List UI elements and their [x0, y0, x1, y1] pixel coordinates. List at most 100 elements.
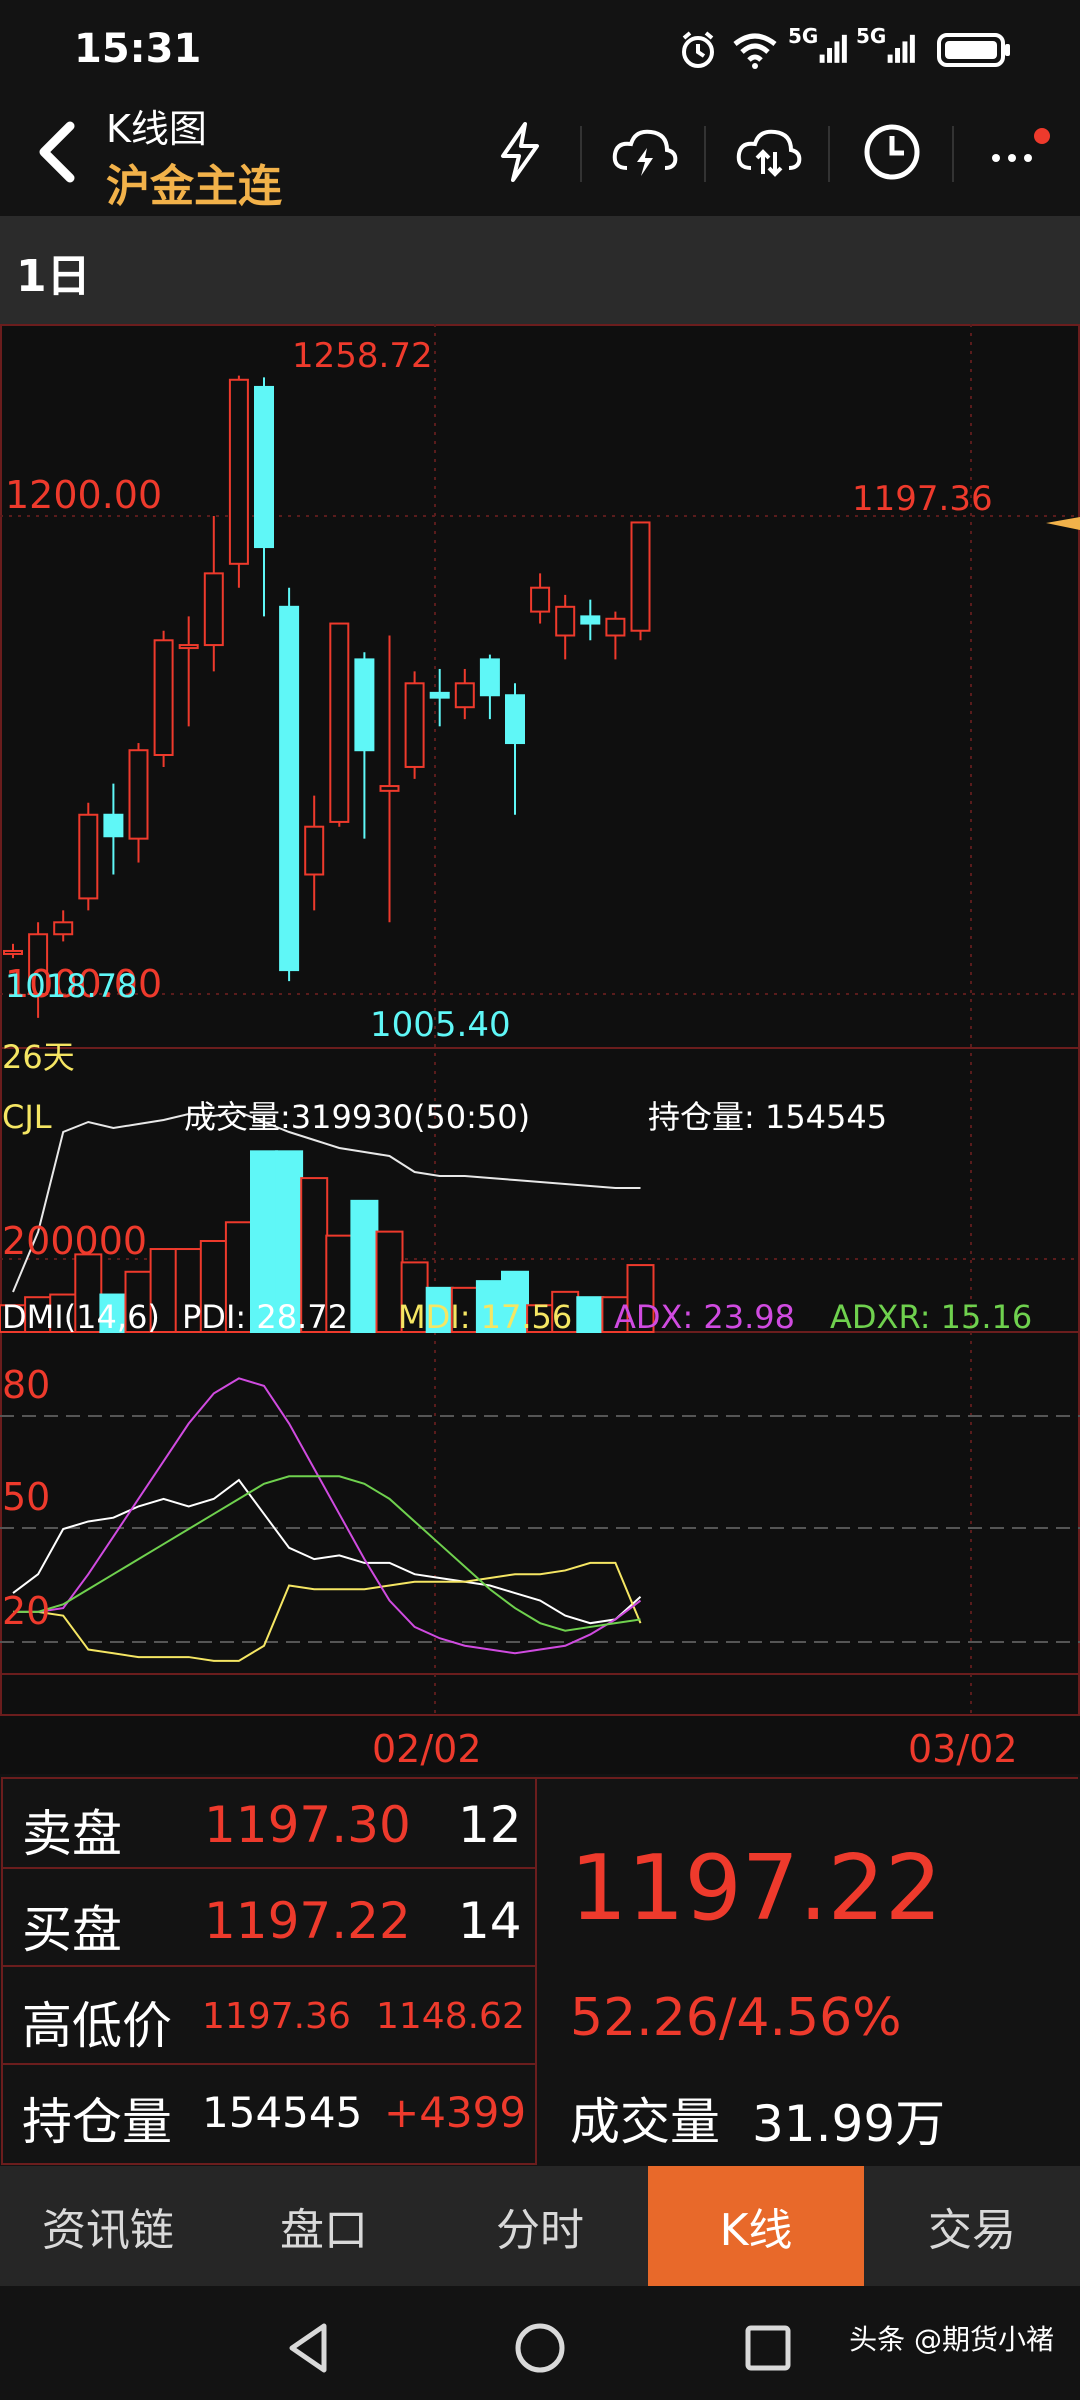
buy-price[interactable]: 1197.22: [204, 1892, 411, 1950]
sell-label: 卖盘: [22, 1805, 122, 1863]
candle-body: [78, 813, 99, 900]
history-button[interactable]: [842, 112, 942, 192]
date-label-1: 02/02: [372, 1727, 482, 1771]
nav-home-button[interactable]: [508, 2316, 572, 2380]
candle: [630, 521, 651, 641]
nav-back-button[interactable]: [278, 2316, 342, 2380]
candle: [153, 630, 174, 767]
candle-body: [479, 658, 500, 697]
candle-body: [203, 572, 224, 647]
square-recents-icon: [745, 2325, 791, 2371]
dmi-level-label-80: 80: [2, 1363, 50, 1407]
candle-body: [555, 605, 576, 637]
bottom-tab-bar: 资讯链 盘口 分时 K线 交易: [0, 2166, 1080, 2286]
header-divider: [828, 126, 830, 182]
candle-body: [505, 694, 525, 745]
volume-readout: 成交量:319930(50:50): [184, 1098, 530, 1136]
dmi-pdi: PDI: 28.72: [182, 1298, 348, 1336]
notification-dot: [1034, 128, 1050, 144]
nav-recents-button[interactable]: [736, 2316, 800, 2380]
kline-chart[interactable]: 1200.00 1000.00 1018.78 1258.72 1005.40 …: [0, 324, 1080, 1774]
candle-body: [128, 749, 149, 840]
candle-body: [580, 615, 601, 625]
dmi-level-label-50: 50: [2, 1475, 50, 1519]
flash-button[interactable]: [470, 112, 570, 192]
left-edge-price: 1018.78: [5, 967, 137, 1005]
signal-5g-icon: 5G: [788, 24, 848, 72]
open-interest-value: 154545: [202, 2088, 363, 2137]
candle-body: [153, 639, 174, 756]
candle-body: [279, 605, 300, 972]
back-arrow-icon: [39, 121, 75, 183]
high-price: 1197.36: [202, 1996, 351, 2037]
dmi-name: DMI(14,6): [2, 1298, 160, 1336]
dmi-mdi: MDI: 17.56: [398, 1298, 572, 1336]
sell-price[interactable]: 1197.30: [204, 1796, 411, 1854]
candle: [279, 587, 300, 982]
volume-bar: [350, 1199, 379, 1333]
candle: [404, 671, 425, 779]
candle-body: [605, 617, 626, 637]
candle: [329, 622, 350, 827]
candle-body: [254, 385, 274, 549]
dmi-adxr: ADXR: 15.16: [830, 1298, 1032, 1336]
volume-indicator-name: CJL: [2, 1098, 52, 1136]
status-time: 15:31: [74, 26, 202, 72]
price-change: 52.26/4.56%: [570, 1988, 902, 2048]
more-button[interactable]: [966, 112, 1066, 192]
cloud-sync-button[interactable]: [718, 112, 818, 192]
lightning-icon: [501, 122, 539, 182]
high-point-label: 1258.72: [292, 336, 433, 376]
cloud-flash-button[interactable]: [594, 112, 694, 192]
header-divider: [952, 126, 954, 182]
date-label-2: 03/02: [908, 1727, 1018, 1771]
low-price: 1148.62: [376, 1996, 525, 2037]
dmi-level-label-20: 20: [2, 1589, 50, 1633]
tab-news-chain[interactable]: 资讯链: [0, 2166, 216, 2286]
last-point-label: 1197.36: [852, 479, 993, 519]
wifi-icon: [730, 28, 780, 72]
header-divider: [704, 126, 706, 182]
tab-order-book[interactable]: 盘口: [216, 2166, 432, 2286]
watermark: 头条 @期货小褚: [849, 2323, 1054, 2356]
open-interest-change: +4399: [384, 2088, 527, 2137]
candle: [228, 375, 249, 588]
volume-level-label: 200000: [2, 1219, 147, 1263]
battery-icon: [934, 28, 1014, 72]
sell-volume: 12: [458, 1796, 522, 1854]
candle-body: [304, 825, 325, 876]
open-interest-label: 持仓量: [22, 2093, 172, 2151]
dmi-adx: ADX: 23.98: [614, 1298, 795, 1336]
alarm-icon: [676, 28, 720, 72]
last-price: 1197.22: [570, 1836, 943, 1941]
open-interest-readout: 持仓量: 154545: [648, 1098, 887, 1136]
tab-kline[interactable]: K线: [648, 2166, 864, 2286]
candle-body: [404, 682, 425, 768]
candle-body: [429, 691, 450, 699]
signal-5g-icon-2: 5G: [856, 24, 916, 72]
tab-trade[interactable]: 交易: [864, 2166, 1080, 2286]
period-bar[interactable]: [0, 216, 1080, 324]
volume-value: 31.99万: [752, 2095, 946, 2153]
cloud-lightning-icon: [612, 129, 678, 176]
clock-icon: [864, 124, 920, 180]
buy-label: 买盘: [22, 1901, 122, 1959]
candle: [78, 802, 99, 911]
signal-label-1: 5G: [788, 24, 819, 48]
candle-body: [178, 644, 199, 650]
price-level-upper: 1200.00: [5, 473, 162, 517]
volume-label: 成交量: [570, 2093, 720, 2151]
back-button[interactable]: [22, 112, 92, 192]
triangle-back-icon: [289, 2323, 327, 2373]
volume-bar: [576, 1296, 605, 1333]
tab-intraday[interactable]: 分时: [432, 2166, 648, 2286]
page-title: K线图: [106, 107, 207, 151]
candle-body: [329, 622, 350, 823]
candle-body: [103, 813, 124, 838]
more-icon: [992, 128, 1050, 162]
high-low-label: 高低价: [22, 1997, 172, 2055]
low-point-label: 1005.40: [370, 1005, 511, 1045]
candle-body: [379, 785, 400, 792]
cloud-sync-icon: [736, 129, 802, 177]
candle-body: [228, 378, 249, 565]
